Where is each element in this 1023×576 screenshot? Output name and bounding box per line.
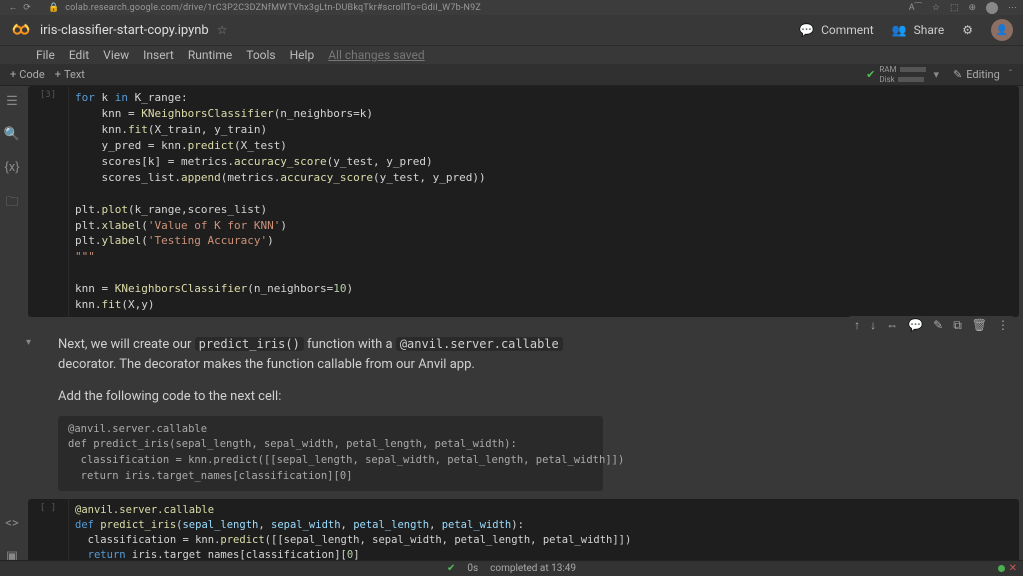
star-notebook-icon[interactable]: ☆ bbox=[217, 23, 228, 37]
files-icon[interactable]: 🗀 bbox=[5, 193, 18, 215]
code-cell[interactable]: [3] for k in K_range: knn = KNeighborsCl… bbox=[28, 86, 1019, 317]
check-icon: ✔ bbox=[447, 563, 455, 574]
disk-label: Disk bbox=[879, 75, 894, 84]
mirror-icon[interactable]: ⧉ bbox=[953, 318, 962, 333]
notebook-content[interactable]: [3] for k in K_range: knn = KNeighborsCl… bbox=[24, 86, 1023, 564]
code-editor[interactable]: for k in K_range: knn = KNeighborsClassi… bbox=[68, 86, 1019, 317]
vars-icon[interactable]: {x} bbox=[4, 160, 19, 175]
add-code-button[interactable]: + Code bbox=[10, 68, 45, 81]
menu-bar: File Edit View Insert Runtime Tools Help… bbox=[0, 46, 1023, 64]
add-text-button[interactable]: + Text bbox=[55, 68, 85, 81]
code-editor[interactable]: @anvil.server.callable def predict_iris(… bbox=[68, 499, 1019, 564]
save-status: All changes saved bbox=[328, 48, 424, 62]
move-down-icon[interactable]: ↓ bbox=[870, 318, 876, 333]
colab-header: iris-classifier-start-copy.ipynb ☆ 💬 Com… bbox=[0, 15, 1023, 46]
left-sidebar: ☰ 🔍 {x} 🗀 <> ▣ bbox=[0, 86, 24, 564]
text-content: decorator. The decorator makes the funct… bbox=[58, 357, 475, 372]
editing-mode-button[interactable]: ✎ Editing bbox=[953, 68, 1000, 81]
inline-code: @anvil.server.callable bbox=[396, 337, 563, 351]
edit-cell-icon[interactable]: ✎ bbox=[933, 318, 943, 333]
menu-file[interactable]: File bbox=[36, 48, 55, 62]
comment-cell-icon[interactable]: 💬 bbox=[908, 318, 923, 333]
add-code-label: Code bbox=[19, 68, 44, 81]
star-icon[interactable]: ☆ bbox=[932, 3, 940, 13]
address-bar[interactable]: colab.research.google.com/drive/1rC3P2C3… bbox=[65, 3, 909, 13]
add-text-label: Text bbox=[64, 68, 85, 81]
code-snippets-icon[interactable]: <> bbox=[5, 516, 18, 531]
browser-chrome: ← ⟳ 🔒 colab.research.google.com/drive/1r… bbox=[0, 0, 1023, 15]
close-icon[interactable]: ✕ bbox=[1009, 563, 1017, 574]
toc-icon[interactable]: ☰ bbox=[6, 94, 18, 109]
user-avatar[interactable]: 👤 bbox=[991, 19, 1013, 41]
editing-label: Editing bbox=[966, 68, 1000, 81]
lock-icon: 🔒 bbox=[48, 3, 59, 13]
menu-tools[interactable]: Tools bbox=[246, 48, 275, 62]
gear-icon[interactable]: ⚙ bbox=[962, 23, 973, 37]
text-content: Next, we will create our bbox=[58, 337, 195, 352]
reload-icon[interactable]: ⟳ bbox=[20, 3, 34, 13]
completed-label: completed at 13:49 bbox=[490, 563, 576, 574]
code-display-block: @anvil.server.callable def predict_iris(… bbox=[58, 416, 603, 491]
app-icon[interactable]: A⁀ bbox=[909, 3, 922, 13]
check-icon: ✔ bbox=[866, 68, 875, 81]
overflow-icon[interactable]: ⋯ bbox=[1008, 3, 1017, 13]
menu-edit[interactable]: Edit bbox=[69, 48, 89, 62]
link-icon[interactable]: ⇔ bbox=[886, 318, 898, 333]
share-label: Share bbox=[914, 23, 945, 37]
text-content: Add the following code to the next cell: bbox=[58, 389, 281, 404]
menu-help[interactable]: Help bbox=[290, 48, 315, 62]
cell-toolbar: ↑ ↓ ⇔ 💬 ✎ ⧉ 🗑 ⋮ bbox=[850, 316, 1013, 335]
profile-avatar[interactable] bbox=[986, 2, 998, 14]
menu-runtime[interactable]: Runtime bbox=[188, 48, 232, 62]
chevron-down-icon[interactable]: ▾ bbox=[934, 68, 940, 81]
cell-gutter: [ ] bbox=[28, 499, 68, 564]
menu-insert[interactable]: Insert bbox=[143, 48, 174, 62]
notebook-title[interactable]: iris-classifier-start-copy.ipynb bbox=[40, 23, 209, 38]
extension-icon[interactable]: ⬚ bbox=[950, 3, 959, 13]
delete-cell-icon[interactable]: 🗑 bbox=[972, 318, 987, 333]
menu-view[interactable]: View bbox=[103, 48, 129, 62]
collapse-icon[interactable]: ˆ bbox=[1008, 68, 1013, 81]
more-icon[interactable]: ⊕ bbox=[968, 3, 976, 13]
inline-code: predict_iris() bbox=[195, 337, 304, 351]
cell-gutter: [3] bbox=[28, 86, 68, 317]
comment-button[interactable]: 💬 Comment bbox=[799, 23, 874, 37]
exec-time: 0s bbox=[467, 563, 478, 574]
search-icon[interactable]: 🔍 bbox=[4, 127, 20, 142]
code-cell[interactable]: [ ] @anvil.server.callable def predict_i… bbox=[28, 499, 1019, 564]
text-cell[interactable]: Next, we will create our predict_iris() … bbox=[28, 331, 608, 411]
colab-logo[interactable] bbox=[10, 19, 32, 41]
share-button[interactable]: 👥 Share bbox=[892, 23, 945, 37]
back-icon[interactable]: ← bbox=[6, 2, 20, 13]
move-up-icon[interactable]: ↑ bbox=[854, 318, 860, 333]
connection-indicator bbox=[998, 565, 1005, 572]
text-content: function with a bbox=[304, 337, 396, 352]
cell-more-icon[interactable]: ⋮ bbox=[997, 318, 1009, 333]
resource-meter[interactable]: RAM Disk bbox=[879, 65, 925, 84]
comment-label: Comment bbox=[821, 23, 874, 37]
ram-label: RAM bbox=[879, 65, 896, 74]
toolbar: + Code + Text ✔ RAM Disk ▾ ✎ Editing ˆ bbox=[0, 64, 1023, 86]
status-bar: ✔ 0s completed at 13:49 ✕ bbox=[0, 560, 1023, 576]
